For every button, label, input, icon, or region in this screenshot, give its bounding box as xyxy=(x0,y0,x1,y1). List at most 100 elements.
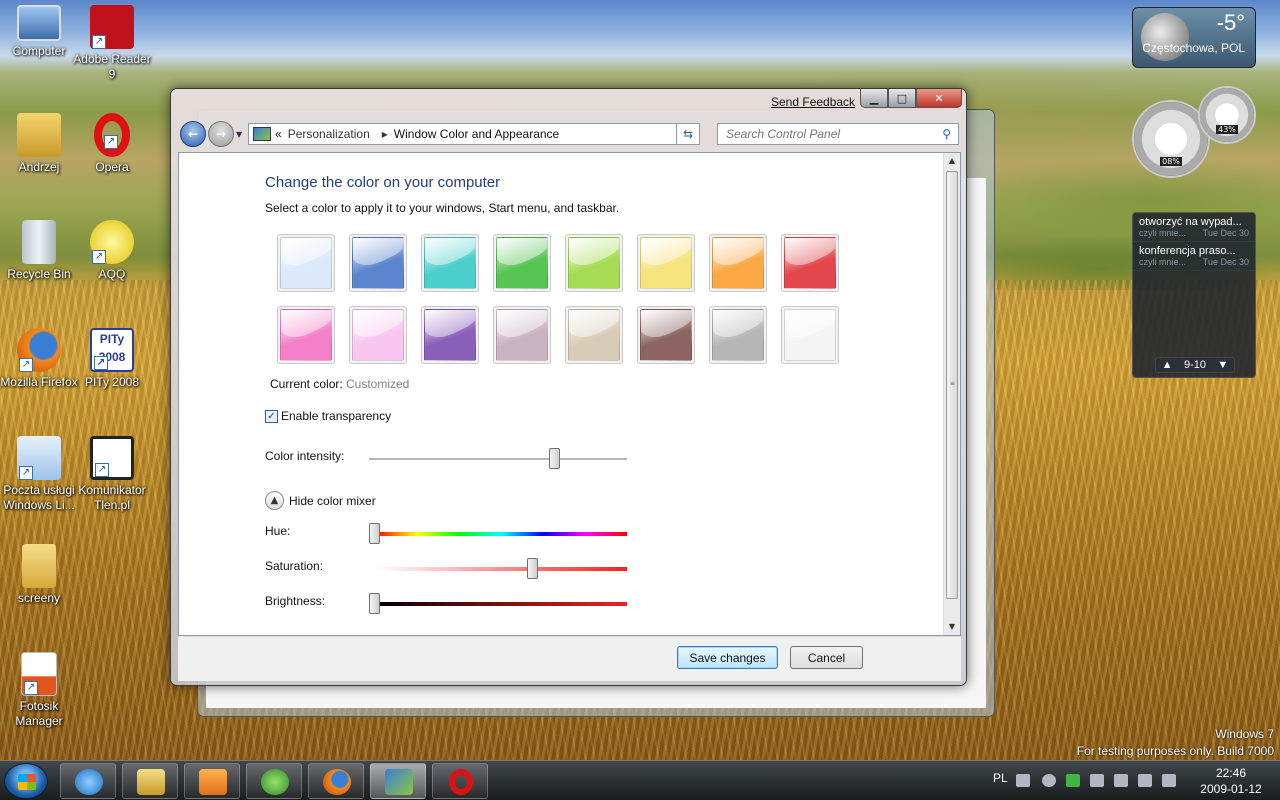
color-swatch-chocolate[interactable] xyxy=(493,306,551,364)
update-icon[interactable] xyxy=(1042,774,1056,787)
taskbar-clock[interactable]: 22:46 2009-01-12 xyxy=(1196,765,1266,797)
breadcrumb-crumb-personalization[interactable]: Personalization xyxy=(288,127,370,141)
taskbar-opera[interactable] xyxy=(432,763,488,799)
scrollbar-thumb[interactable]: ≡ xyxy=(946,171,958,599)
action-center-flag-icon[interactable] xyxy=(1090,774,1104,787)
forward-button[interactable]: → xyxy=(208,121,234,147)
transparency-checkbox[interactable]: ✓ xyxy=(265,410,278,423)
swatch-fill xyxy=(424,309,476,361)
brightness-slider-thumb[interactable] xyxy=(369,593,380,614)
desktop-icon-computer[interactable]: Computer xyxy=(0,5,78,59)
desktop-icon-andrzej[interactable]: Andrzej xyxy=(0,113,78,175)
hue-track[interactable] xyxy=(375,532,627,536)
feed-item[interactable]: konferencja praso... czyli mnie... Tue De… xyxy=(1133,242,1255,271)
breadcrumb-separator-icon[interactable]: ▸ xyxy=(382,127,388,141)
scroll-down-icon[interactable]: ▼ xyxy=(944,619,960,635)
volume-icon[interactable] xyxy=(1162,774,1176,787)
swatch-fill xyxy=(784,237,836,289)
mixer-toggle-button[interactable]: ▲ xyxy=(265,491,284,510)
breadcrumb-overflow[interactable]: « xyxy=(275,127,282,141)
vertical-scrollbar[interactable]: ▲ ≡ ▼ xyxy=(943,153,960,635)
address-bar[interactable]: « Personalization ▸ Window Color and App… xyxy=(248,123,699,145)
color-swatch-twilight[interactable] xyxy=(349,234,407,292)
swatch-fill xyxy=(568,309,620,361)
desktop-icon-firefox[interactable]: ↗ Mozilla Firefox xyxy=(0,328,78,390)
mixer-toggle-label[interactable]: Hide color mixer xyxy=(289,494,376,508)
taskbar-explorer[interactable] xyxy=(122,763,178,799)
windows-live-mail-icon: ↗ xyxy=(17,436,61,480)
minimize-button[interactable]: ▁ xyxy=(860,89,888,108)
color-swatch-blush[interactable] xyxy=(781,234,839,292)
start-button[interactable] xyxy=(4,763,48,799)
taskbar-firefox[interactable] xyxy=(308,763,364,799)
desktop-icon-tlen[interactable]: ↗ Komunikator Tlen.pl xyxy=(73,436,151,513)
send-feedback-link[interactable]: Send Feedback xyxy=(771,95,855,109)
usb-icon[interactable] xyxy=(1114,774,1128,787)
search-box[interactable]: ⚲ xyxy=(717,123,959,145)
back-button[interactable]: ← xyxy=(180,121,206,147)
cpu-meter-gadget[interactable]: 08% 43% xyxy=(1132,86,1256,178)
weather-gadget[interactable]: -5° Częstochowa, POL xyxy=(1132,7,1256,68)
antivirus-icon[interactable] xyxy=(1066,774,1080,787)
color-swatch-sky[interactable] xyxy=(277,234,335,292)
transparency-label[interactable]: Enable transparency xyxy=(281,409,391,423)
breadcrumb-crumb-window-color[interactable]: Window Color and Appearance xyxy=(394,127,559,141)
brightness-track[interactable] xyxy=(375,602,627,606)
desktop-icon-screeny[interactable]: screeny xyxy=(0,544,78,606)
computer-icon xyxy=(17,5,61,41)
feed-headlines-gadget[interactable]: otworzyć na wypad... czyli mnie... Tue De… xyxy=(1132,212,1256,378)
color-swatch-lavender[interactable] xyxy=(349,306,407,364)
hue-slider-thumb[interactable] xyxy=(369,523,380,544)
intensity-track[interactable] xyxy=(369,458,627,460)
save-changes-button[interactable]: Save changes xyxy=(677,646,778,669)
saturation-track[interactable] xyxy=(375,567,627,571)
refresh-icon: ⇆ xyxy=(682,127,694,141)
desktop-icon-recycle-bin[interactable]: Recycle Bin xyxy=(0,220,78,282)
feed-next-icon[interactable]: ▼ xyxy=(1217,359,1228,371)
scroll-up-icon[interactable]: ▲ xyxy=(944,153,960,169)
desktop-icon-fotosik[interactable]: ↗ Fotosik Manager xyxy=(0,652,78,729)
feed-item[interactable]: otworzyć na wypad... czyli mnie... Tue De… xyxy=(1133,213,1255,242)
color-swatch-pumpkin[interactable] xyxy=(709,234,767,292)
adobe-reader-icon: ↗ xyxy=(90,5,134,49)
color-swatch-lime[interactable] xyxy=(565,234,623,292)
color-swatch-slate[interactable] xyxy=(565,306,623,364)
desktop-icon-pity[interactable]: PITy 2008 ↗ PITy 2008 xyxy=(73,328,151,390)
color-swatch-violet[interactable] xyxy=(277,306,335,364)
cancel-button[interactable]: Cancel xyxy=(790,646,863,669)
color-swatch-white[interactable] xyxy=(781,306,839,364)
desktop-icon-opera[interactable]: ↗ Opera xyxy=(73,113,151,175)
close-button[interactable]: ✕ xyxy=(916,89,962,108)
color-swatch-frost[interactable] xyxy=(637,306,695,364)
desktop-icon-live-mail[interactable]: ↗ Poczta usługi Windows Li... xyxy=(0,436,78,513)
feed-item-date: Tue Dec 30 xyxy=(1202,257,1249,267)
color-swatch-silver[interactable] xyxy=(709,306,767,364)
saturation-slider-thumb[interactable] xyxy=(527,558,539,579)
desktop-icon-adobe-reader[interactable]: ↗ Adobe Reader 9 xyxy=(73,5,151,82)
color-swatch-sea[interactable] xyxy=(421,234,479,292)
intensity-slider-thumb[interactable] xyxy=(549,448,561,469)
build-watermark: Windows 7 For testing purposes only. Bui… xyxy=(1077,726,1274,760)
control-panel-window[interactable]: Send Feedback ▁ □ ✕ ← → ▼ « Personalizat… xyxy=(170,88,967,686)
taskbar-media-player[interactable] xyxy=(184,763,240,799)
search-input[interactable] xyxy=(718,124,928,144)
messenger-icon xyxy=(261,769,289,795)
taskbar: PL 22:46 2009-01-12 xyxy=(0,760,1280,800)
swatch-fill xyxy=(712,309,764,361)
taskbar-ie[interactable] xyxy=(60,763,116,799)
color-swatch-leaf[interactable] xyxy=(493,234,551,292)
keyboard-icon[interactable] xyxy=(1016,774,1030,787)
desktop-icon-aqq[interactable]: ↗ AQQ xyxy=(73,220,151,282)
color-swatch-lemon[interactable] xyxy=(637,234,695,292)
refresh-button[interactable]: ⇆ xyxy=(676,123,700,145)
language-indicator[interactable]: PL xyxy=(993,771,1008,785)
maximize-button[interactable]: □ xyxy=(888,89,916,108)
search-icon[interactable]: ⚲ xyxy=(942,127,951,141)
feed-prev-icon[interactable]: ▲ xyxy=(1162,359,1173,371)
taskbar-control-panel[interactable] xyxy=(370,763,426,799)
taskbar-messenger[interactable] xyxy=(246,763,302,799)
color-swatch-taupe[interactable] xyxy=(421,306,479,364)
network-signal-icon[interactable] xyxy=(1138,774,1152,787)
recent-pages-dropdown-icon[interactable]: ▼ xyxy=(236,130,242,139)
media-player-icon xyxy=(199,769,227,795)
